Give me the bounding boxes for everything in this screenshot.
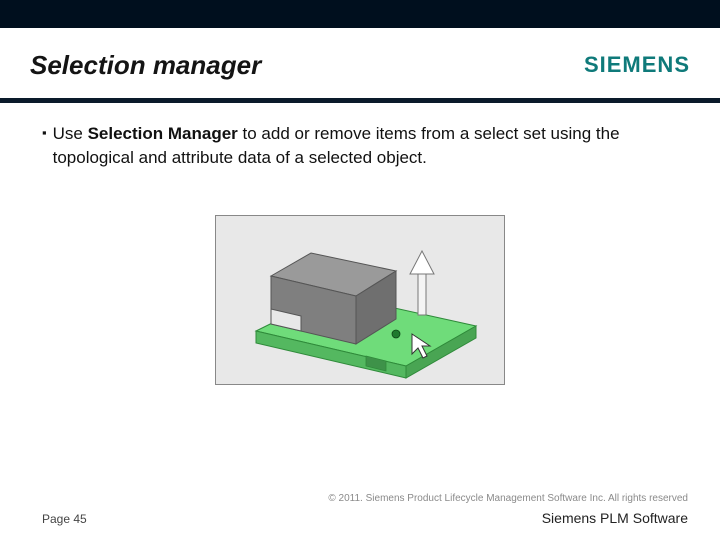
footer-brand: Siemens PLM Software xyxy=(542,510,688,526)
figure-container xyxy=(0,215,720,385)
slide: Selection manager SIEMENS ▪ Use Selectio… xyxy=(0,0,720,540)
header: Selection manager SIEMENS xyxy=(30,40,690,90)
cad-illustration xyxy=(215,215,505,385)
cad-svg xyxy=(216,216,505,385)
bullet-prefix: Use xyxy=(53,124,88,143)
top-bar xyxy=(0,0,720,28)
page-number: Page 45 xyxy=(42,512,87,526)
header-divider xyxy=(0,98,720,103)
bullet-strong: Selection Manager xyxy=(88,124,238,143)
bullet-item: ▪ Use Selection Manager to add or remove… xyxy=(42,122,678,170)
footer-row: Page 45 Siemens PLM Software xyxy=(42,510,688,526)
bullet-marker-icon: ▪ xyxy=(42,122,47,144)
bullet-text: Use Selection Manager to add or remove i… xyxy=(53,122,678,170)
footer: © 2011. Siemens Product Lifecycle Manage… xyxy=(42,493,688,526)
copyright-text: © 2011. Siemens Product Lifecycle Manage… xyxy=(42,493,688,504)
siemens-logo: SIEMENS xyxy=(584,52,690,78)
body-content: ▪ Use Selection Manager to add or remove… xyxy=(42,122,678,170)
page-title: Selection manager xyxy=(30,50,261,81)
